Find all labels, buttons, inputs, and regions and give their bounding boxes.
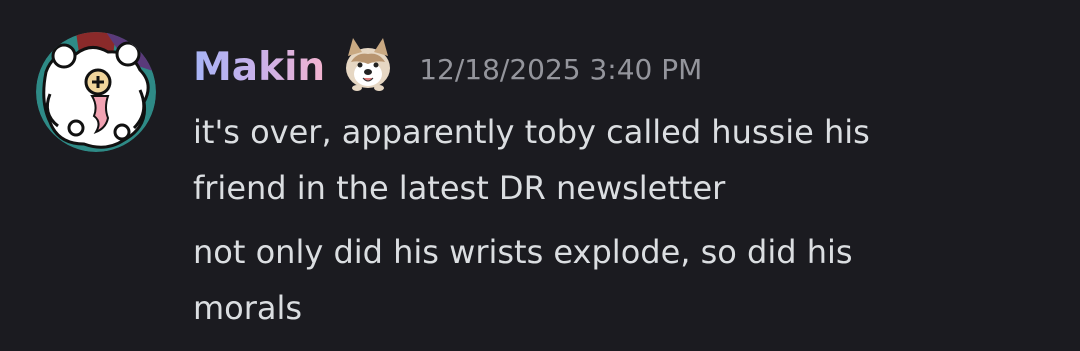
message-content: it's over, apparently toby called hussie… [193, 104, 1043, 336]
message-line: morals [193, 289, 303, 327]
message-line: not only did his wrists explode, so did … [193, 233, 853, 271]
message-gap [193, 216, 1043, 224]
username[interactable]: Makin [193, 38, 325, 98]
message-line: friend in the latest DR newsletter [193, 169, 726, 207]
message-header: Makin 12/18/2025 3:40 PM [193, 38, 702, 98]
message-line: it's over, apparently toby called hussie… [193, 113, 870, 151]
timestamp: 12/18/2025 3:40 PM [419, 53, 703, 86]
avatar[interactable] [36, 32, 156, 152]
dog-emoji-icon [337, 34, 399, 94]
chat-message: Makin 12/18/2025 3:40 PM it's over, appa… [0, 0, 1080, 351]
avatar-icon [36, 32, 156, 152]
